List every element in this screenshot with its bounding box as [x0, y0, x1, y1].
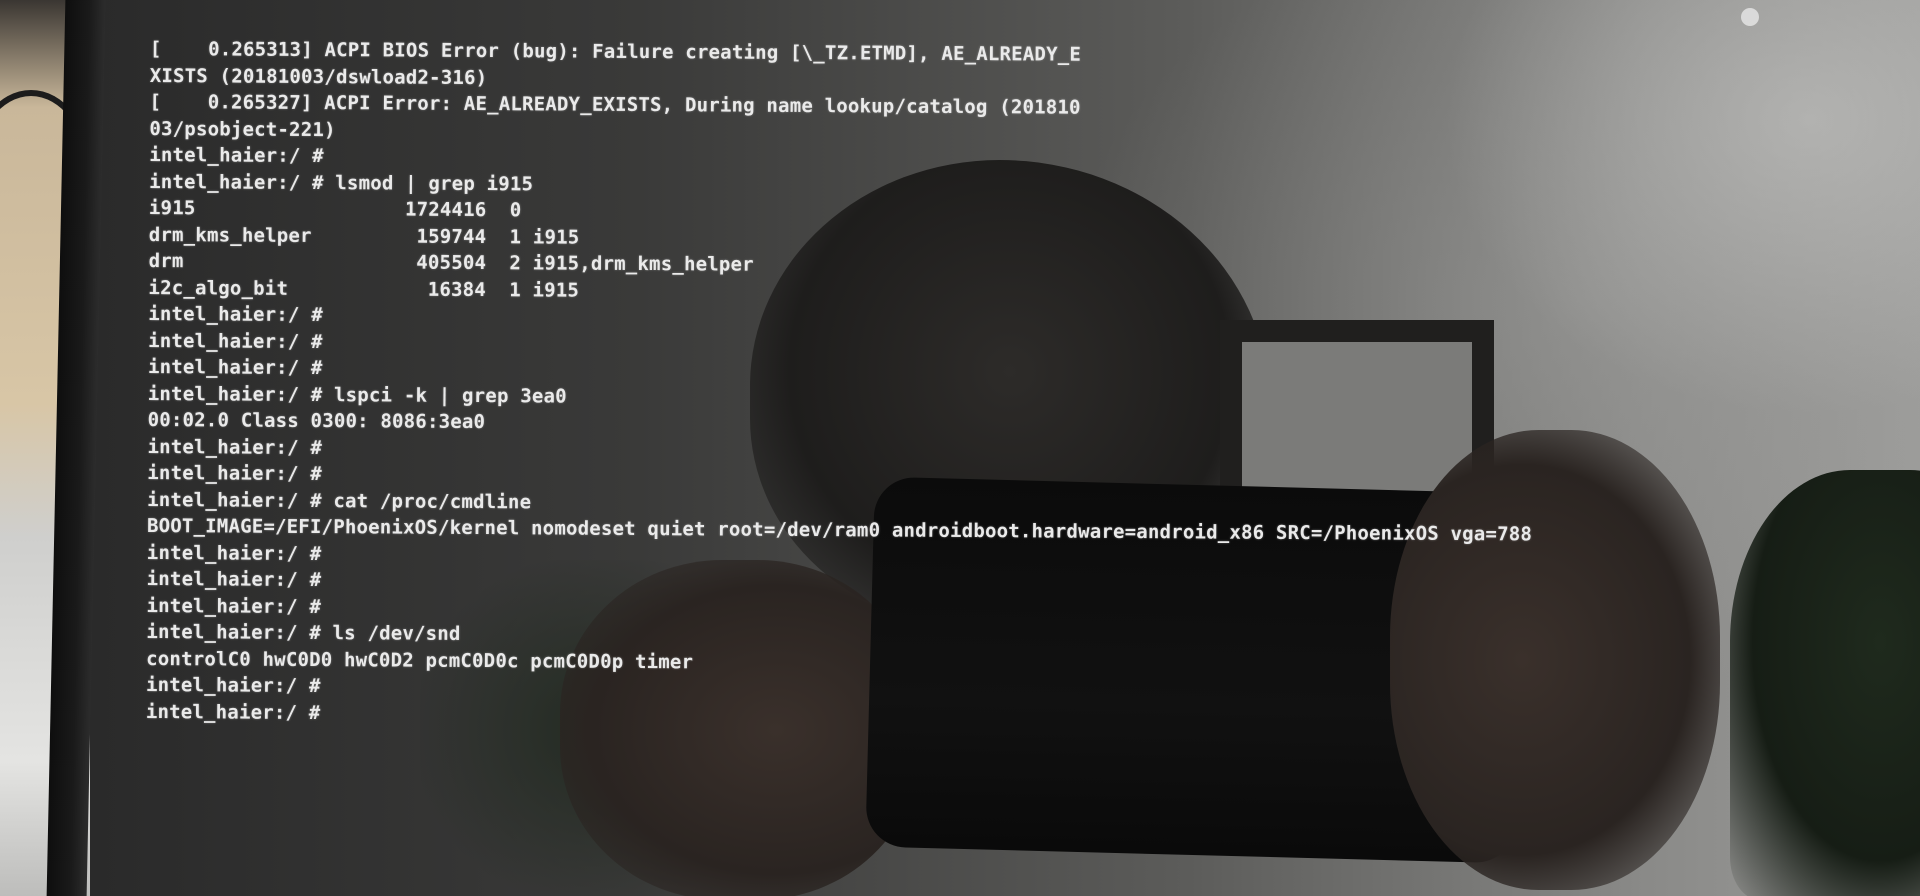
photo-of-monitor: [ 0.265313] ACPI BIOS Error (bug): Failu… — [0, 0, 1920, 896]
monitor-screen: [ 0.265313] ACPI BIOS Error (bug): Failu… — [90, 0, 1920, 896]
console-output[interactable]: [ 0.265313] ACPI BIOS Error (bug): Failu… — [146, 36, 1850, 735]
light-glare — [1741, 8, 1759, 26]
